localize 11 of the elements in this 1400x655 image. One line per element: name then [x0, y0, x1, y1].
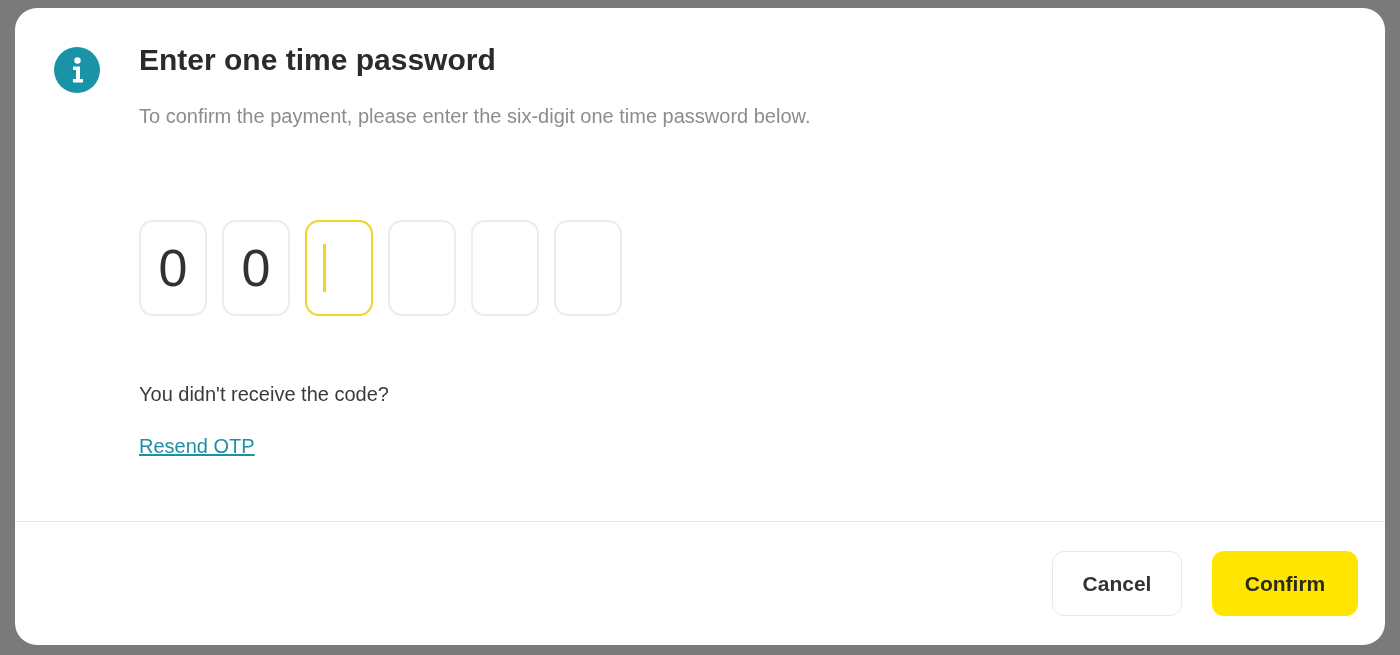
- dialog-description: To confirm the payment, please enter the six-digit one time password below.: [139, 104, 811, 128]
- otp-digit-field[interactable]: 0: [222, 220, 290, 316]
- otp-digit-field[interactable]: 0: [139, 220, 207, 316]
- info-icon: [54, 47, 100, 93]
- resend-prompt: You didn't receive the code?: [139, 382, 389, 406]
- resend-otp-link[interactable]: Resend OTP: [139, 434, 255, 458]
- dialog-title: Enter one time password: [139, 42, 496, 78]
- confirm-button[interactable]: Confirm: [1212, 551, 1358, 616]
- cancel-button[interactable]: Cancel: [1052, 551, 1182, 616]
- text-cursor-icon: [323, 244, 326, 292]
- otp-digit-field[interactable]: [305, 220, 373, 316]
